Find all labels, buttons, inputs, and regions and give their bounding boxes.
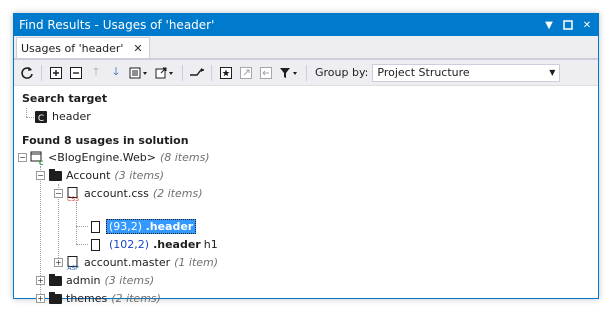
svg-text:C: C (38, 114, 44, 123)
account-css-label: account.css (84, 187, 149, 200)
close-tab-icon[interactable]: ✕ (133, 42, 142, 55)
toolbar-separator (306, 64, 307, 81)
toolbar-separator (182, 64, 183, 81)
toolbar: 🡑 🡓 Group by: Project Structure ▼ (14, 60, 598, 86)
tab-strip: Usages of 'header' ✕ (14, 36, 598, 60)
tab-label: Usages of 'header' (21, 41, 124, 55)
tree-node-account[interactable]: − Account (3 items) (36, 167, 164, 184)
usage-location: (93,2) (109, 220, 143, 233)
search-target-heading: Search target (22, 92, 108, 105)
selected-usage: (93,2) .header (106, 219, 197, 234)
next-occurrence-icon[interactable]: 🡓 (106, 63, 126, 83)
results-tree: Search target C header Found 8 usages in… (14, 86, 598, 305)
find-results-window: Find Results - Usages of 'header' ▼ ✕ Us… (13, 13, 599, 305)
account-label: Account (66, 169, 111, 182)
tree-node-solution[interactable]: − C# <BlogEngine.Web> (8 items) (18, 149, 210, 166)
group-by-select[interactable]: Project Structure ▼ (372, 63, 561, 82)
bookmark-icon[interactable] (216, 63, 236, 83)
expand-toggle-icon[interactable]: + (54, 258, 63, 267)
usage-text: .header (153, 238, 201, 251)
previous-occurrence-icon[interactable]: 🡑 (86, 63, 106, 83)
collapse-toggle-icon[interactable]: − (54, 189, 63, 198)
window-menu-dropdown-icon[interactable]: ▼ (541, 17, 557, 33)
expand-all-icon[interactable] (46, 63, 66, 83)
file-icon (88, 238, 102, 252)
account-master-count: (1 item) (174, 256, 219, 269)
toolbar-separator (211, 64, 212, 81)
account-master-label: account.master (84, 256, 171, 269)
css-file-icon: CSS (66, 186, 80, 201)
expand-toggle-icon[interactable]: + (36, 276, 45, 285)
account-css-count: (2 items) (152, 187, 203, 200)
admin-count: (3 items) (104, 274, 155, 287)
window-title: Find Results - Usages of 'header' (19, 18, 215, 32)
group-by-label: Group by: (315, 66, 369, 79)
usage-location: (102,2) (109, 238, 150, 251)
solution-count: (8 items) (159, 151, 210, 164)
asp-file-icon: ASP (66, 255, 80, 270)
import-icon[interactable] (256, 63, 276, 83)
folder-icon (48, 273, 62, 288)
found-usages-heading: Found 8 usages in solution (22, 134, 189, 147)
filter-icon[interactable] (276, 63, 302, 83)
themes-label: themes (66, 292, 108, 305)
tab-usages-of-header[interactable]: Usages of 'header' ✕ (16, 37, 150, 58)
filter-view-icon[interactable] (126, 63, 152, 83)
chevron-down-icon: ▼ (549, 68, 556, 77)
collapse-toggle-icon[interactable]: − (18, 153, 27, 162)
usage-suffix: h1 (203, 238, 218, 251)
svg-text:ASP: ASP (67, 265, 79, 270)
tree-node-account-css[interactable]: − CSS account.css (2 items) (54, 185, 203, 202)
folder-icon (48, 291, 62, 306)
csharp-project-icon: C# (30, 151, 44, 165)
usage-row-102-2[interactable]: (102,2) .header h1 (88, 236, 218, 253)
folder-icon (48, 168, 62, 183)
svg-text:C#: C# (39, 160, 44, 165)
maximize-icon[interactable] (560, 17, 576, 33)
tree-node-themes[interactable]: + themes (2 items) (36, 290, 161, 307)
search-target-item[interactable]: C header (34, 108, 91, 125)
refresh-icon[interactable] (17, 63, 37, 83)
svg-text:CSS: CSS (67, 196, 79, 201)
admin-label: admin (66, 274, 101, 287)
css-class-icon: C (34, 110, 48, 124)
collapse-toggle-icon[interactable]: − (36, 171, 45, 180)
close-window-icon[interactable]: ✕ (579, 17, 595, 33)
themes-count: (2 items) (111, 292, 161, 305)
search-target-label: header (52, 110, 91, 123)
export-icon[interactable] (236, 63, 256, 83)
account-count: (3 items) (114, 169, 165, 182)
open-in-new-tab-icon[interactable] (152, 63, 178, 83)
group-by-value: Project Structure (377, 66, 470, 79)
usage-text: .header (145, 220, 194, 233)
merge-occurrences-icon[interactable] (187, 63, 207, 83)
tree-node-account-master[interactable]: + ASP account.master (1 item) (54, 254, 218, 271)
expand-toggle-icon[interactable]: + (36, 294, 45, 303)
tree-node-admin[interactable]: + admin (3 items) (36, 272, 154, 289)
title-bar: Find Results - Usages of 'header' ▼ ✕ (14, 14, 598, 36)
file-icon (88, 220, 102, 234)
solution-label: <BlogEngine.Web> (48, 151, 156, 164)
usage-row-93-2[interactable]: (93,2) .header (88, 218, 197, 235)
toolbar-separator (41, 64, 42, 81)
collapse-all-icon[interactable] (66, 63, 86, 83)
